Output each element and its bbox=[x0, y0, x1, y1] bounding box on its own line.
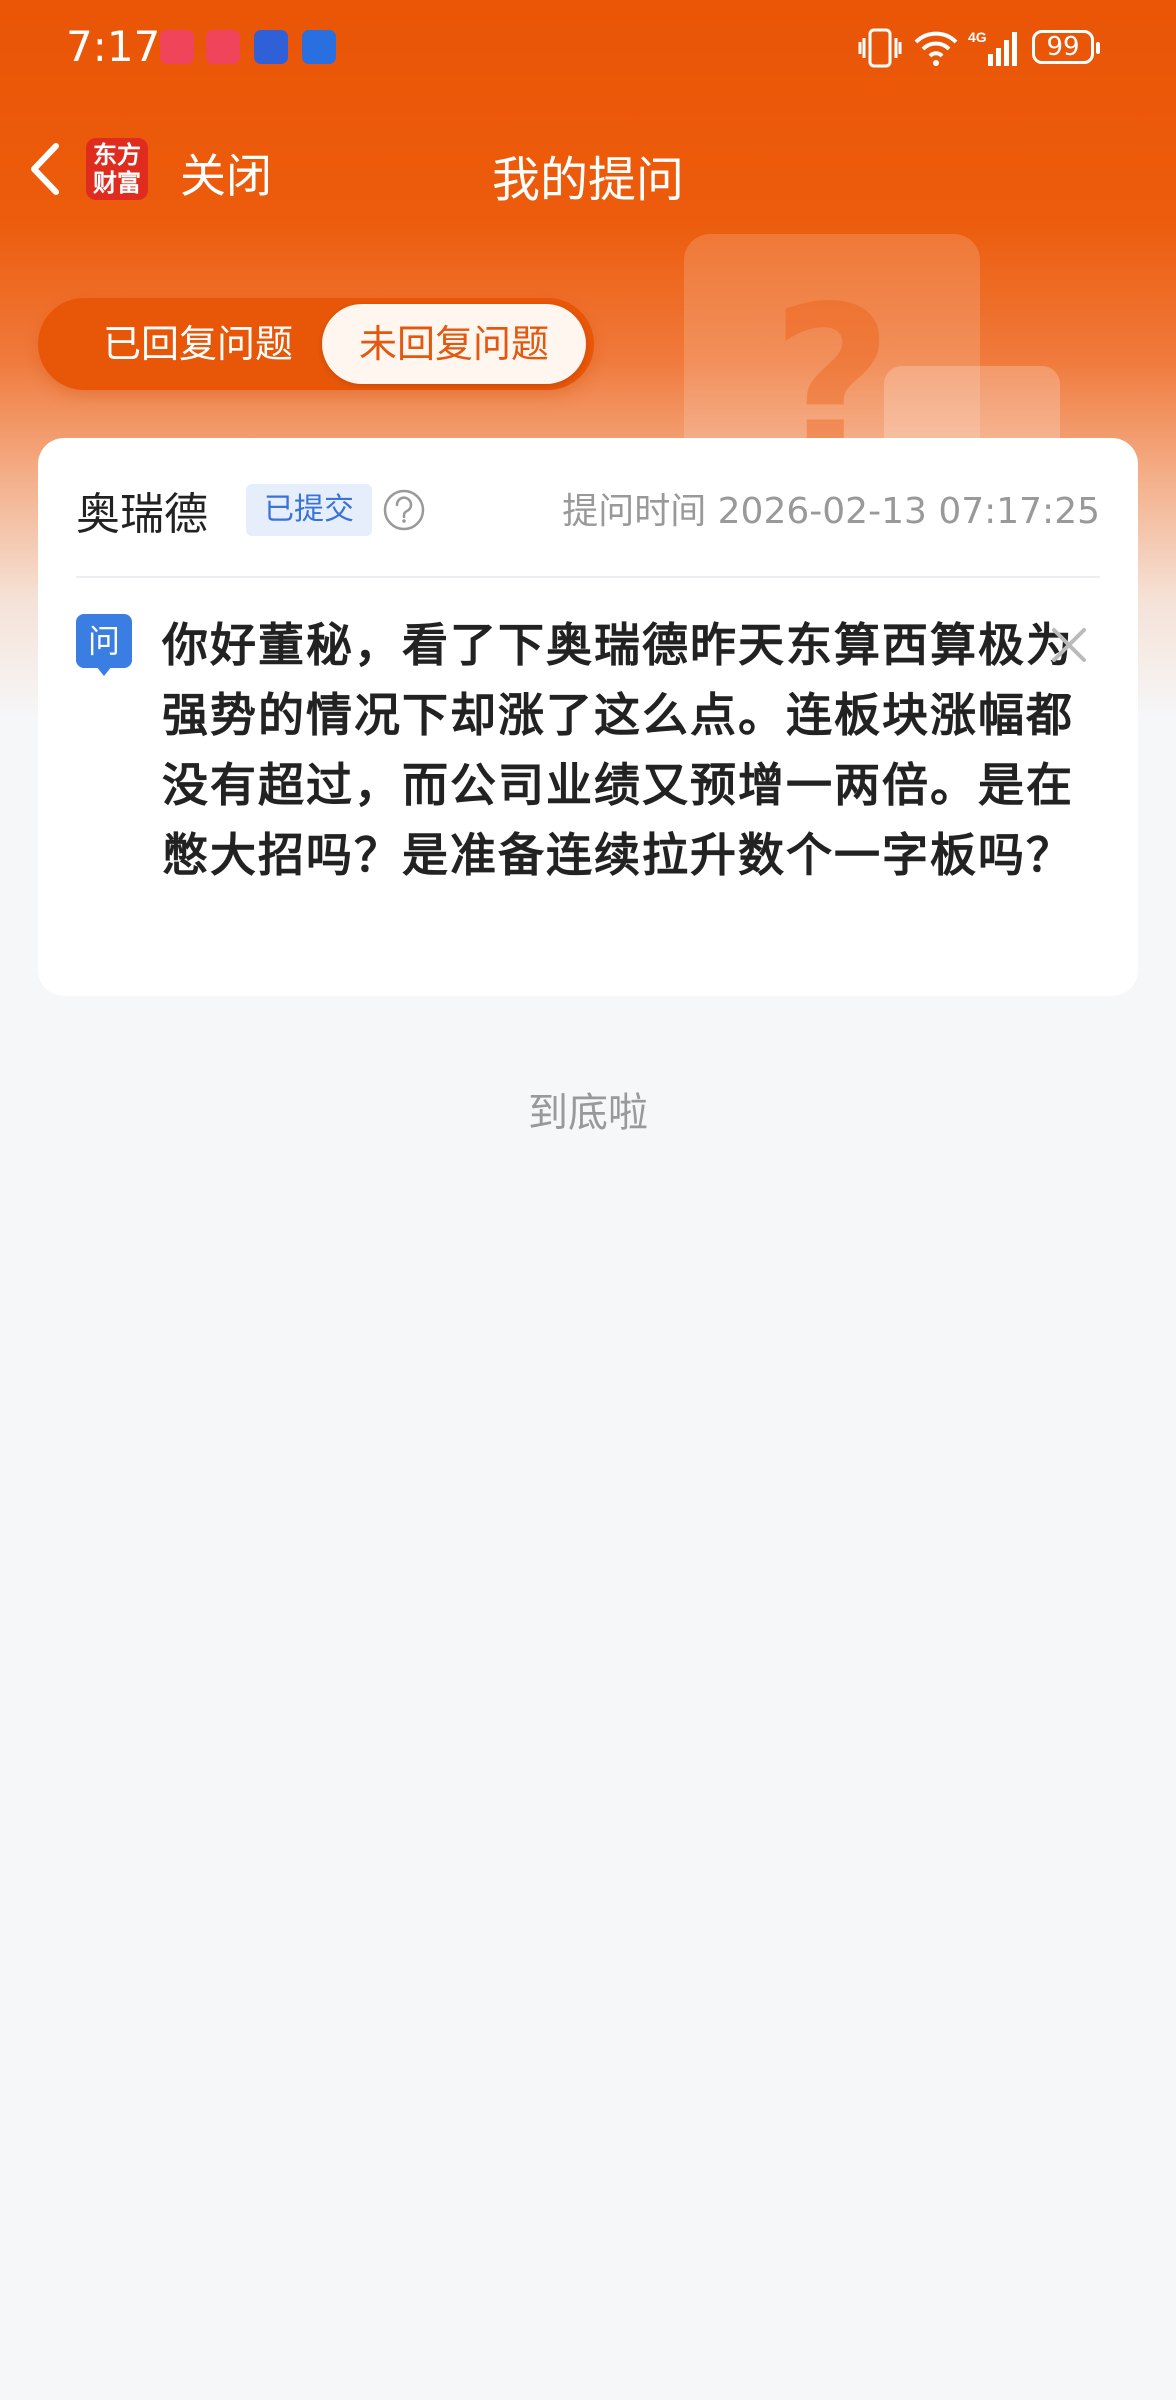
help-icon[interactable] bbox=[382, 488, 426, 532]
svg-text:4G: 4G bbox=[968, 29, 987, 45]
navigation-bar: 东方 财富 关闭 我的提问 bbox=[0, 120, 1176, 220]
status-badge: 已提交 bbox=[246, 484, 372, 536]
wifi-icon bbox=[914, 31, 958, 66]
tab-switcher: 已回复问题 未回复问题 bbox=[38, 298, 594, 390]
ask-time: 提问时间 2026-02-13 07:17:25 bbox=[562, 482, 1100, 534]
tab-replied[interactable]: 已回复问题 bbox=[48, 298, 348, 390]
battery-icon: 99 bbox=[1032, 30, 1100, 64]
status-bar: 7:17 4G 99 bbox=[0, 0, 1176, 100]
company-name: 奥瑞德 bbox=[76, 489, 208, 540]
vibrate-icon bbox=[858, 28, 902, 68]
svg-text:问: 问 bbox=[88, 622, 120, 660]
car-app-icon bbox=[254, 30, 288, 64]
signal-icon: 4G bbox=[968, 29, 1017, 66]
question-text: 你好董秘，看了下奥瑞德昨天东算西算极为强势的情况下却涨了这么点。连板块涨幅都没有… bbox=[162, 618, 1074, 882]
end-of-list-text: 到底啦 bbox=[528, 1090, 648, 1136]
question-icon: 问 bbox=[76, 614, 132, 676]
ask-time-label: 提问时间 bbox=[562, 491, 707, 532]
ask-time-value: 2026-02-13 07:17:25 bbox=[717, 491, 1100, 532]
status-time: 7:17 bbox=[66, 22, 161, 71]
page-title: 我的提问 bbox=[491, 152, 684, 208]
huawei-app-icon bbox=[160, 30, 194, 64]
close-icon[interactable] bbox=[1048, 624, 1090, 666]
huawei-app-icon-2 bbox=[206, 30, 240, 64]
tab-unreplied[interactable]: 未回复问题 bbox=[322, 304, 586, 384]
weather-app-icon bbox=[302, 30, 336, 64]
question-card: 奥瑞德 已提交 提问时间 2026-02-13 07:17:25 问 你好董秘，… bbox=[38, 438, 1138, 996]
divider bbox=[76, 576, 1100, 578]
